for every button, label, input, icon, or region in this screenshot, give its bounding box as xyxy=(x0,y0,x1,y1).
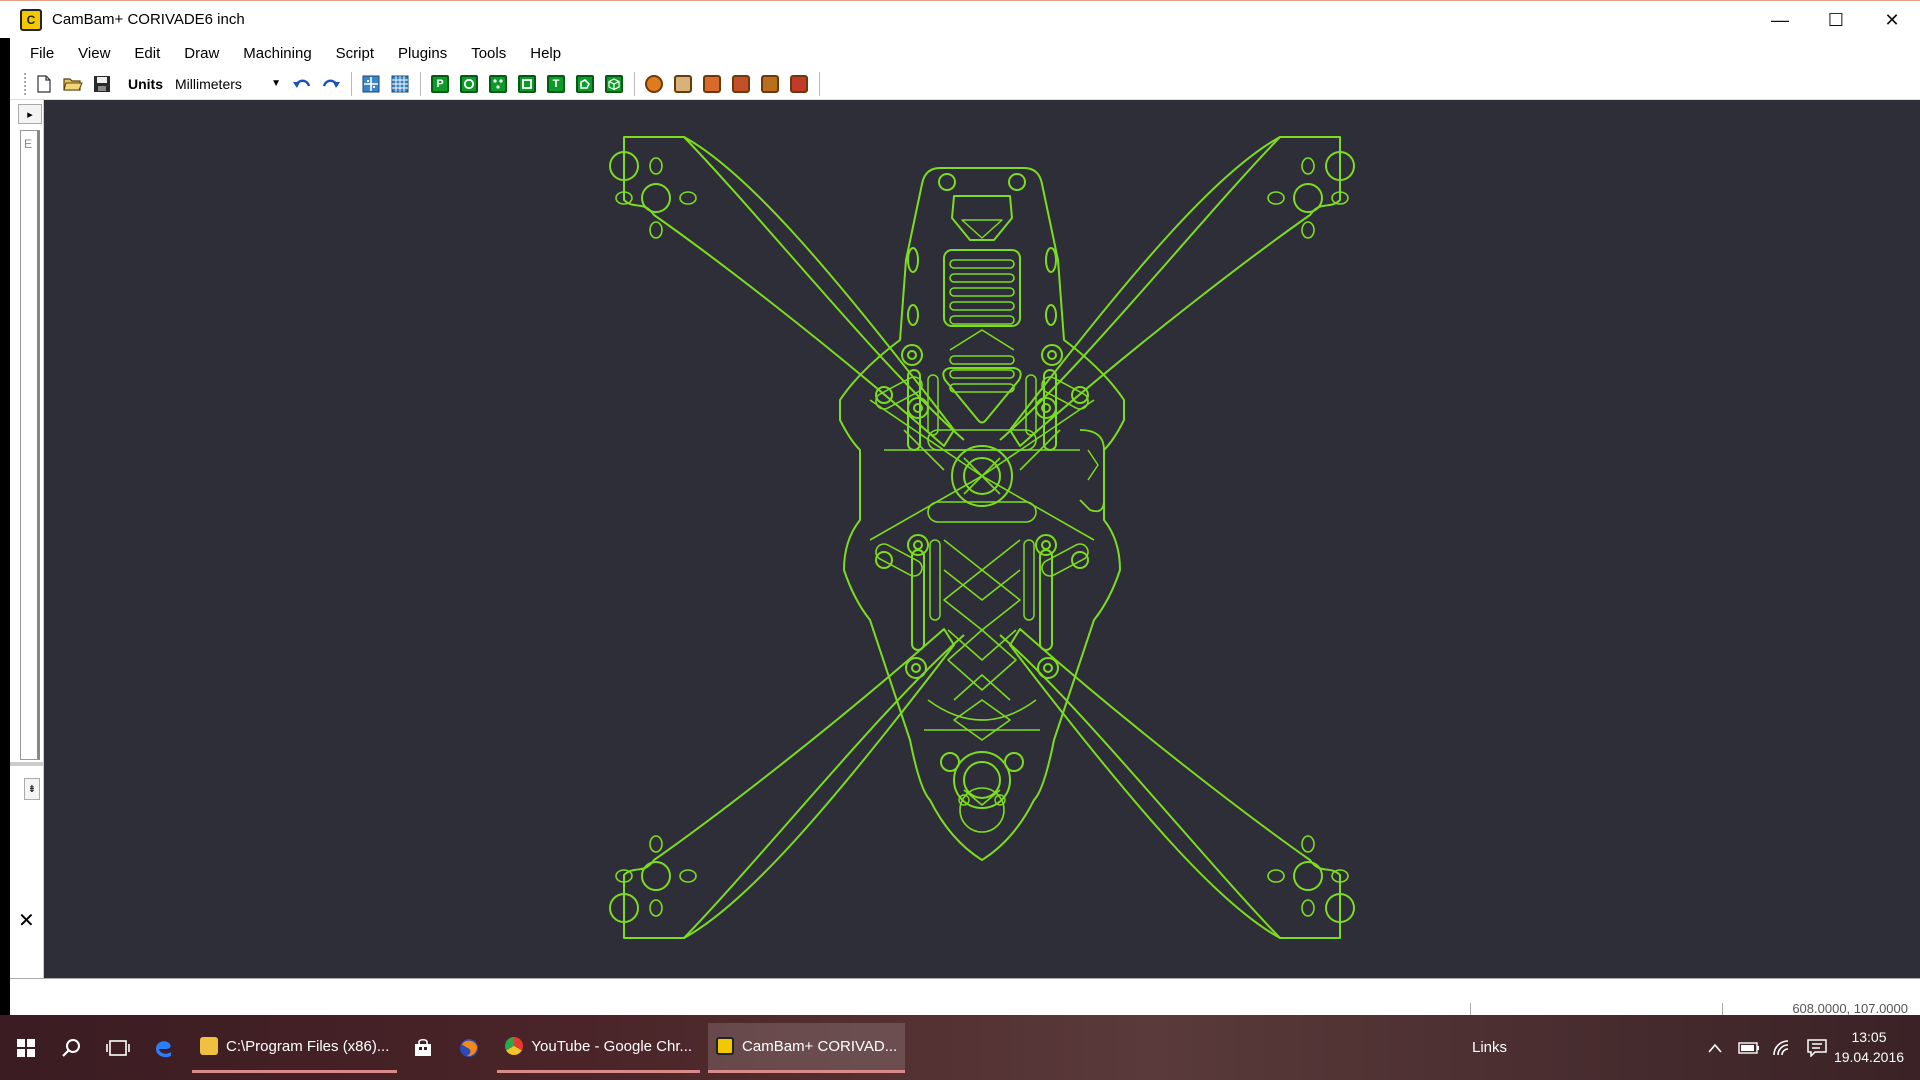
pocket-op-icon[interactable] xyxy=(672,73,694,95)
polyline-icon[interactable]: P xyxy=(429,73,451,95)
3d-op-icon[interactable] xyxy=(759,73,781,95)
store-icon[interactable] xyxy=(403,1023,443,1073)
taskbar-task-chrome[interactable]: YouTube - Google Chr... xyxy=(497,1023,701,1073)
toolbar-separator xyxy=(420,71,421,96)
taskbar-task-cambam[interactable]: CamBam+ CORIVAD... xyxy=(708,1022,906,1073)
left-panel: ▸ E ⇟ ✕ xyxy=(10,100,44,1015)
taskbar-task-explorer[interactable]: C:\Program Files (x86)... xyxy=(192,1023,398,1073)
menu-bar: File View Edit Draw Machining Script Plu… xyxy=(10,38,1920,68)
gcode-icon[interactable] xyxy=(788,73,810,95)
text-icon[interactable]: T xyxy=(545,73,567,95)
region-icon[interactable] xyxy=(574,73,596,95)
motor-hole xyxy=(1293,183,1323,213)
clock-time: 13:05 xyxy=(1851,1029,1887,1045)
drill-op-icon[interactable] xyxy=(701,73,723,95)
close-icon[interactable]: ✕ xyxy=(18,908,35,933)
panel-splitter[interactable] xyxy=(10,762,44,766)
battery-triangle xyxy=(942,367,1022,424)
drawing-tree-view[interactable]: E xyxy=(20,130,40,760)
toolbar-separator xyxy=(634,71,635,96)
arm-bottom-left xyxy=(623,628,955,939)
edge-browser-icon[interactable] xyxy=(144,1023,184,1073)
cambam-app-icon[interactable]: C xyxy=(20,8,42,31)
taskbar-clock[interactable]: 13:05 19.04.2016 xyxy=(1830,1027,1908,1067)
menu-file[interactable]: File xyxy=(30,45,54,62)
search-icon[interactable] xyxy=(52,1023,92,1073)
points-icon[interactable] xyxy=(487,73,509,95)
notification-icon[interactable] xyxy=(1802,1033,1832,1063)
title-bar: C CamBam+ CORIVADE6 inch — ☐ ✕ xyxy=(0,0,1920,38)
windows-start-icon[interactable] xyxy=(6,1023,46,1073)
toolbar-separator xyxy=(819,71,820,96)
menu-help[interactable]: Help xyxy=(530,45,561,62)
menu-machining[interactable]: Machining xyxy=(243,45,311,62)
scroll-down-button[interactable]: ⇟ xyxy=(24,778,40,800)
menu-script[interactable]: Script xyxy=(336,45,374,62)
windows-taskbar: C:\Program Files (x86)... YouTube - Goog… xyxy=(0,1015,1920,1080)
motor-hole xyxy=(641,861,671,891)
chevron-up-icon[interactable] xyxy=(1700,1033,1730,1063)
battery-icon[interactable] xyxy=(1734,1033,1764,1063)
snap-grid-icon[interactable] xyxy=(360,73,382,95)
status-bar: 608.0000, 107.0000 xyxy=(10,978,1920,1016)
open-folder-icon[interactable] xyxy=(62,73,84,95)
expand-panel-button[interactable]: ▸ xyxy=(18,104,42,124)
circle-icon[interactable] xyxy=(458,73,480,95)
system-tray xyxy=(1700,1015,1836,1080)
firefox-icon[interactable] xyxy=(449,1023,489,1073)
chrome-icon xyxy=(505,1037,524,1055)
slot-group xyxy=(615,157,1349,917)
menu-draw[interactable]: Draw xyxy=(184,45,219,62)
drawing-canvas[interactable] xyxy=(44,100,1920,978)
cambam-icon xyxy=(716,1037,735,1055)
task-view-icon[interactable] xyxy=(98,1023,138,1073)
minimize-button[interactable]: — xyxy=(1752,1,1808,39)
menu-edit[interactable]: Edit xyxy=(134,45,160,62)
motor-hole xyxy=(641,183,671,213)
engrave-op-icon[interactable] xyxy=(730,73,752,95)
main-body-outline xyxy=(839,167,1125,861)
cursor-coordinates: 608.0000, 107.0000 xyxy=(1792,1001,1908,1016)
new-file-icon[interactable] xyxy=(33,73,55,95)
show-grid-icon[interactable] xyxy=(389,73,411,95)
task-label: CamBam+ CORIVAD... xyxy=(742,1037,898,1055)
arm-bottom-right xyxy=(1009,628,1341,939)
links-toolbar[interactable]: Links xyxy=(1472,1015,1507,1080)
links-label: Links xyxy=(1472,1039,1508,1056)
window-controls: — ☐ ✕ xyxy=(1752,1,1920,39)
rectangle-icon[interactable] xyxy=(516,73,538,95)
window-title: CamBam+ CORIVADE6 inch xyxy=(52,11,245,28)
units-label: Units xyxy=(128,75,163,92)
maximize-button[interactable]: ☐ xyxy=(1808,1,1864,39)
menu-view[interactable]: View xyxy=(78,45,110,62)
menu-tools[interactable]: Tools xyxy=(471,45,506,62)
toolbar-grip[interactable] xyxy=(24,72,27,95)
motor-hole xyxy=(1293,861,1323,891)
menu-plugins[interactable]: Plugins xyxy=(398,45,447,62)
wifi-icon[interactable] xyxy=(1768,1033,1798,1063)
task-label: C:\Program Files (x86)... xyxy=(226,1037,390,1055)
redo-icon[interactable] xyxy=(320,73,342,95)
undo-icon[interactable] xyxy=(291,73,313,95)
clock-date: 19.04.2016 xyxy=(1833,1049,1905,1065)
units-select[interactable]: Millimeters ▼ xyxy=(173,73,283,95)
save-icon[interactable] xyxy=(91,73,113,95)
tree-item-label: E xyxy=(24,137,33,151)
frame-drawing xyxy=(609,136,1355,939)
folder-icon xyxy=(200,1037,218,1055)
cube-icon[interactable] xyxy=(603,73,625,95)
task-label: YouTube - Google Chr... xyxy=(531,1037,693,1055)
main-toolbar: Units Millimeters ▼ P T xyxy=(10,68,1920,100)
profile-op-icon[interactable] xyxy=(643,73,665,95)
close-button[interactable]: ✕ xyxy=(1864,1,1920,39)
units-value: Millimeters xyxy=(175,75,242,92)
toolbar-separator xyxy=(351,71,352,96)
chevron-down-icon: ▼ xyxy=(271,78,281,89)
